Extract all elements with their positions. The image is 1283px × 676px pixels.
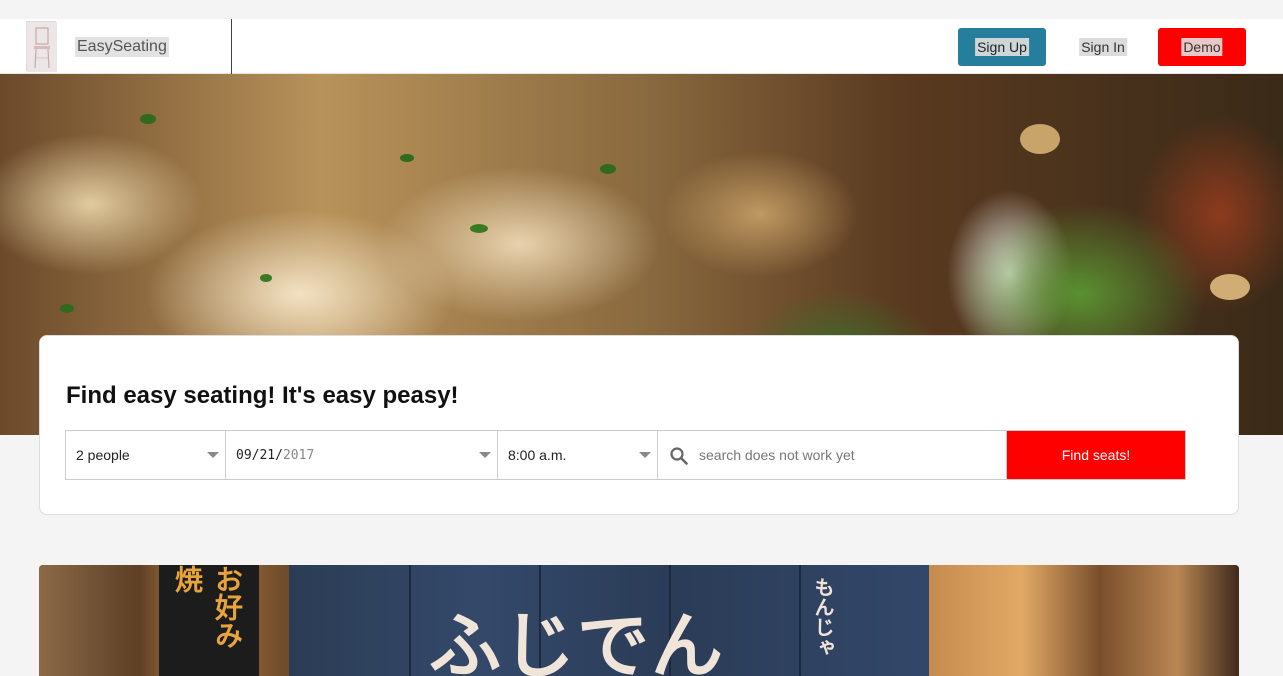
search-input[interactable]: search does not work yet	[657, 430, 1007, 480]
herb-speck	[470, 224, 488, 233]
find-seats-button[interactable]: Find seats!	[1006, 430, 1186, 480]
herb-speck	[140, 114, 156, 124]
search-card: Find easy seating! It's easy peasy! 2 pe…	[39, 335, 1239, 515]
curtain-slit	[799, 565, 801, 676]
top-strip	[0, 0, 1283, 19]
date-month-day: 09/21/	[236, 448, 283, 463]
storefront-right	[929, 565, 1239, 676]
nav-divider	[231, 19, 232, 74]
left-sign-text: お好み焼	[171, 565, 244, 649]
search-icon	[670, 447, 688, 465]
sign-in-label: Sign In	[1079, 38, 1127, 56]
chair-logo-icon[interactable]	[26, 21, 57, 72]
find-seats-label: Find seats!	[1061, 447, 1131, 463]
restaurant-banner-image: お好み焼 ふじでん もんじゃ	[39, 565, 1239, 676]
nut-piece	[1210, 274, 1250, 300]
curtain-sign-text: ふじでん	[429, 603, 726, 676]
search-headline: Find easy seating! It's easy peasy!	[66, 382, 459, 409]
date-year: 2017	[282, 448, 315, 463]
demo-button[interactable]: Demo	[1158, 28, 1246, 66]
herb-speck	[260, 274, 272, 282]
right-sign-text: もんじゃ	[811, 577, 835, 657]
chevron-down-icon	[479, 452, 491, 458]
chevron-down-icon	[207, 452, 219, 458]
nut-piece	[1020, 124, 1060, 154]
navbar: EasySeating Sign Up Sign In Demo	[0, 19, 1283, 74]
sign-up-label: Sign Up	[975, 38, 1029, 56]
sign-in-button[interactable]: Sign In	[1072, 28, 1134, 66]
search-placeholder: search does not work yet	[699, 447, 855, 463]
herb-speck	[60, 304, 74, 313]
time-select[interactable]: 8:00 a.m.	[497, 430, 658, 480]
chevron-down-icon	[639, 452, 651, 458]
time-value: 8:00 a.m.	[508, 447, 567, 463]
sign-up-button[interactable]: Sign Up	[958, 28, 1046, 66]
herb-speck	[400, 154, 414, 162]
herb-speck	[600, 164, 616, 174]
date-picker[interactable]: 09/21/2017	[225, 430, 498, 480]
curtain-slit	[409, 565, 411, 676]
demo-label: Demo	[1181, 38, 1223, 56]
date-value: 09/21/2017	[236, 448, 314, 463]
brand-name[interactable]: EasySeating	[75, 37, 169, 57]
party-size-select[interactable]: 2 people	[65, 430, 226, 480]
party-size-value: 2 people	[76, 447, 130, 463]
